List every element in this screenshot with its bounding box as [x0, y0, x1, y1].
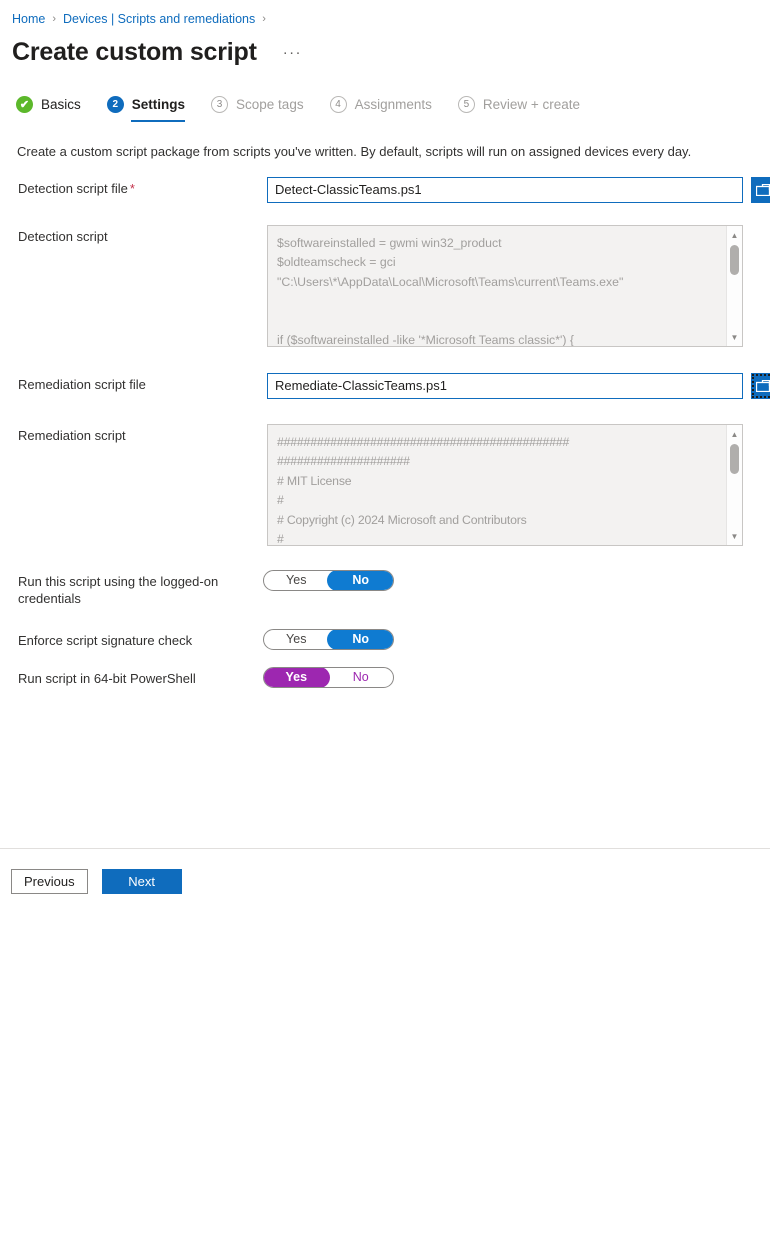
detection-script-scrollbar[interactable]: ▲ ▼: [726, 226, 742, 346]
wizard-step-review-create[interactable]: 5 Review + create: [457, 96, 581, 122]
toggle-option-yes[interactable]: Yes: [264, 668, 329, 687]
previous-button[interactable]: Previous: [11, 869, 88, 894]
wizard-step-settings[interactable]: 2 Settings: [106, 96, 186, 122]
remediation-script-file-row: Remediation script file: [0, 373, 770, 399]
step-number-badge: 4: [329, 96, 347, 113]
run-as-logged-on-label: Run this script using the logged-on cred…: [18, 574, 219, 606]
step-number-badge: 3: [211, 96, 229, 113]
breadcrumb-separator-icon: ›: [262, 12, 266, 25]
remediation-script-content: ########################################…: [277, 435, 570, 545]
wizard-step-scope-tags[interactable]: 3 Scope tags: [211, 96, 304, 122]
required-marker: *: [129, 181, 135, 196]
wizard-step-label: Assignments: [354, 97, 432, 112]
more-options-icon[interactable]: ···: [283, 44, 302, 61]
scroll-up-icon[interactable]: ▲: [727, 228, 742, 242]
toggle-option-no[interactable]: No: [329, 630, 394, 649]
breadcrumb-item-home[interactable]: Home: [12, 12, 45, 26]
enforce-signature-check-toggle[interactable]: Yes No: [263, 629, 394, 650]
scroll-down-icon[interactable]: ▼: [727, 330, 742, 344]
run-64bit-powershell-label: Run script in 64-bit PowerShell: [18, 671, 196, 686]
wizard-step-assignments[interactable]: 4 Assignments: [329, 96, 432, 122]
remediation-script-file-label: Remediation script file: [18, 377, 146, 392]
detection-script-content: $softwareinstalled = gwmi win32_product …: [277, 236, 624, 346]
label-text: Detection script file: [18, 181, 128, 196]
remediation-script-row: Remediation script #####################…: [0, 424, 770, 546]
run-as-logged-on-toggle[interactable]: Yes No: [263, 570, 394, 591]
detection-script-file-row: Detection script file *: [0, 177, 770, 203]
footer-divider: [0, 848, 770, 849]
step-number-badge: 5: [457, 96, 475, 113]
detection-script-file-input[interactable]: [267, 177, 743, 203]
page-description: Create a custom script package from scri…: [17, 144, 692, 159]
detection-script-label: Detection script: [18, 229, 108, 244]
enforce-signature-check-label: Enforce script signature check: [18, 633, 193, 648]
page-header: Create custom script ···: [0, 28, 770, 67]
toggle-option-yes[interactable]: Yes: [264, 571, 329, 590]
toggle-option-no[interactable]: No: [329, 668, 394, 687]
wizard-step-label: Review + create: [482, 97, 581, 112]
detection-script-textarea[interactable]: $softwareinstalled = gwmi win32_product …: [267, 225, 743, 347]
toggle-option-yes[interactable]: Yes: [264, 630, 329, 649]
wizard-steps: ✔ Basics 2 Settings 3 Scope tags 4 Assig…: [0, 67, 770, 130]
remediation-script-scrollbar[interactable]: ▲ ▼: [726, 425, 742, 545]
folder-browse-icon: [756, 380, 770, 392]
check-icon: ✔: [16, 96, 33, 113]
breadcrumb-separator-icon: ›: [52, 12, 57, 25]
toggle-option-no[interactable]: No: [329, 571, 394, 590]
folder-browse-icon: [756, 184, 770, 196]
detection-script-file-label: Detection script file *: [18, 177, 267, 197]
wizard-footer: Previous Next: [11, 869, 182, 894]
wizard-step-label: Settings: [131, 97, 186, 112]
settings-form: Detection script file* Detection script …: [0, 159, 770, 688]
wizard-step-basics[interactable]: ✔ Basics: [16, 96, 81, 122]
next-button[interactable]: Next: [101, 869, 182, 894]
run-64bit-powershell-toggle[interactable]: Yes No: [263, 667, 394, 688]
wizard-step-label: Basics: [41, 97, 81, 112]
step-number-badge: 2: [106, 96, 124, 113]
scrollbar-thumb[interactable]: [730, 444, 739, 474]
run-as-logged-on-row: Run this script using the logged-on cred…: [0, 570, 770, 607]
detection-script-browse-button[interactable]: [751, 177, 770, 203]
scroll-down-icon[interactable]: ▼: [727, 529, 742, 543]
scrollbar-thumb[interactable]: [730, 245, 739, 275]
page-title: Create custom script: [12, 38, 257, 66]
breadcrumb-item-devices-scripts[interactable]: Devices | Scripts and remediations: [63, 12, 255, 26]
breadcrumb: Home › Devices | Scripts and remediation…: [0, 0, 770, 28]
scroll-up-icon[interactable]: ▲: [727, 427, 742, 441]
run-64bit-powershell-row: Run script in 64-bit PowerShell Yes No: [0, 667, 770, 688]
detection-script-row: Detection script $softwareinstalled = gw…: [0, 225, 770, 347]
remediation-script-label: Remediation script: [18, 428, 126, 443]
remediation-script-textarea[interactable]: ########################################…: [267, 424, 743, 546]
wizard-step-label: Scope tags: [236, 97, 304, 112]
enforce-signature-check-row: Enforce script signature check Yes No: [0, 629, 770, 650]
remediation-script-browse-button[interactable]: [751, 373, 770, 399]
remediation-script-file-input[interactable]: [267, 373, 743, 399]
